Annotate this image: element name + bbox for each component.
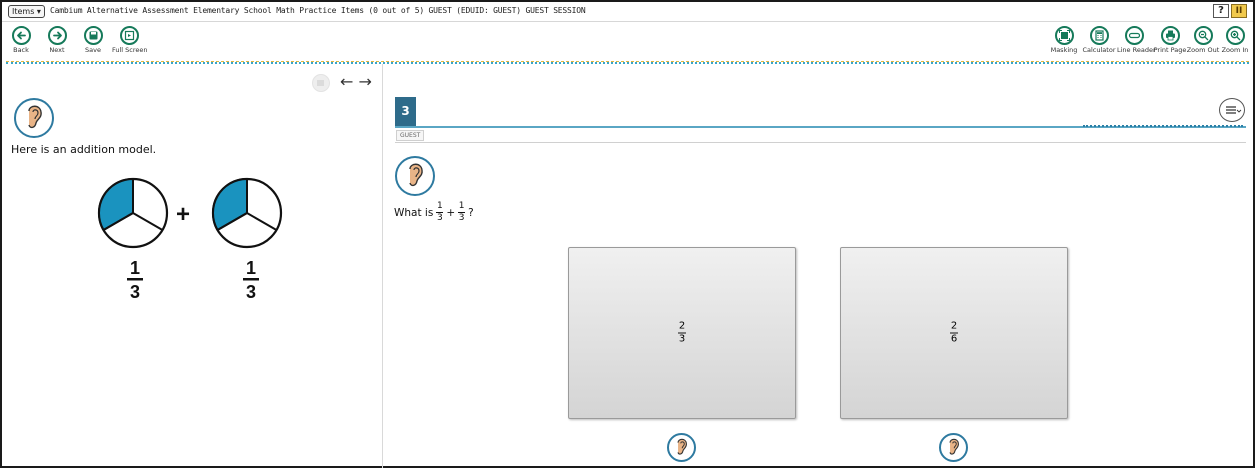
pause-button[interactable]: II bbox=[1231, 4, 1247, 18]
left-fraction-denominator: 3 bbox=[130, 282, 140, 302]
ear-icon bbox=[409, 163, 423, 187]
calculator-button[interactable]: Calculator bbox=[1082, 26, 1116, 54]
fraction-b-numerator: 1 bbox=[458, 201, 465, 211]
full-screen-button[interactable]: Full Screen bbox=[112, 26, 148, 54]
ear-icon bbox=[28, 105, 42, 129]
question-number: 3 bbox=[395, 97, 416, 127]
arrow-left-icon bbox=[11, 26, 31, 45]
question-panel: 3 GUEST What is 1 3 + 1 3 ? 2 3 2 6 bbox=[384, 64, 1253, 468]
answer-b-fraction: 2 6 bbox=[950, 320, 958, 345]
stimulus-intro: Here is an addition model. bbox=[11, 143, 157, 156]
right-fraction-circle bbox=[211, 177, 283, 249]
question-prefix: What is bbox=[394, 206, 434, 219]
save-label: Save bbox=[85, 46, 101, 54]
question-subheader-line bbox=[395, 142, 1246, 143]
calculator-icon bbox=[1089, 26, 1109, 45]
menu-icon bbox=[1226, 106, 1242, 114]
toolbar: Back Next Save Full Screen Masking Calcu… bbox=[2, 22, 1253, 64]
question-menu-stripe bbox=[1083, 124, 1243, 127]
save-button[interactable]: Save bbox=[76, 26, 110, 54]
fullscreen-icon bbox=[119, 26, 139, 45]
line-reader-icon bbox=[1124, 26, 1144, 45]
line-reader-label: Line Reader bbox=[1117, 46, 1156, 54]
print-icon bbox=[1160, 26, 1180, 45]
answer-a-denominator: 3 bbox=[678, 333, 686, 345]
header-bar: Items ▾ Cambium Alternative Assessment E… bbox=[2, 2, 1253, 22]
answer-option-a[interactable]: 2 3 bbox=[568, 247, 796, 419]
items-dropdown[interactable]: Items ▾ bbox=[8, 5, 45, 18]
app-window: Items ▾ Cambium Alternative Assessment E… bbox=[0, 0, 1255, 468]
test-title: Cambium Alternative Assessment Elementar… bbox=[50, 6, 586, 15]
plus-sign: + bbox=[176, 201, 190, 228]
zoom-out-button[interactable]: Zoom Out bbox=[1186, 26, 1220, 54]
question-stem: What is 1 3 + 1 3 ? bbox=[394, 202, 474, 223]
ear-icon bbox=[949, 438, 959, 455]
answer-b-numerator: 2 bbox=[950, 320, 958, 332]
zoom-in-icon bbox=[1225, 26, 1245, 45]
fraction-b-denominator: 3 bbox=[458, 213, 465, 223]
left-fraction-numerator: 1 bbox=[130, 258, 140, 278]
fraction-a-numerator: 1 bbox=[436, 201, 443, 211]
addition-model: + 1 3 1 3 bbox=[97, 177, 283, 302]
masking-label: Masking bbox=[1050, 46, 1078, 54]
question-text-to-speech-button[interactable] bbox=[395, 156, 435, 196]
answer-a-fraction: 2 3 bbox=[678, 320, 686, 345]
zoom-in-button[interactable]: Zoom In bbox=[1218, 26, 1252, 54]
zoom-out-label: Zoom Out bbox=[1186, 46, 1220, 54]
next-label: Next bbox=[49, 46, 65, 54]
left-fraction-circle bbox=[97, 177, 169, 249]
save-icon bbox=[83, 26, 103, 45]
print-page-label: Print Page bbox=[1153, 46, 1187, 54]
ear-icon bbox=[677, 438, 687, 455]
full-screen-label: Full Screen bbox=[112, 46, 148, 54]
right-fraction-denominator: 3 bbox=[246, 282, 256, 302]
back-button[interactable]: Back bbox=[4, 26, 38, 54]
answer-a-numerator: 2 bbox=[678, 320, 686, 332]
help-button[interactable]: ? bbox=[1213, 4, 1229, 18]
zoom-in-label: Zoom In bbox=[1221, 46, 1249, 54]
line-reader-button[interactable]: Line Reader bbox=[1117, 26, 1156, 54]
arrow-right-icon bbox=[47, 26, 67, 45]
question-fraction-b: 1 3 bbox=[458, 201, 466, 223]
guest-tag: GUEST bbox=[396, 130, 425, 141]
answer-option-b[interactable]: 2 6 bbox=[840, 247, 1068, 419]
answer-b-text-to-speech-button[interactable] bbox=[939, 433, 968, 462]
fraction-a-denominator: 3 bbox=[436, 213, 443, 223]
masking-button[interactable]: Masking bbox=[1047, 26, 1081, 54]
collapse-expand-arrows[interactable]: ← → bbox=[340, 72, 372, 91]
text-to-speech-button[interactable] bbox=[14, 98, 54, 138]
answer-b-denominator: 6 bbox=[950, 333, 958, 345]
zoom-out-icon bbox=[1193, 26, 1213, 45]
question-fraction-a: 1 3 bbox=[436, 201, 444, 223]
answer-a-text-to-speech-button[interactable] bbox=[667, 433, 696, 462]
back-label: Back bbox=[13, 46, 29, 54]
question-suffix: ? bbox=[468, 206, 474, 219]
print-page-button[interactable]: Print Page bbox=[1153, 26, 1187, 54]
next-button[interactable]: Next bbox=[40, 26, 74, 54]
question-operator: + bbox=[446, 206, 456, 219]
question-menu-button[interactable] bbox=[1219, 98, 1245, 122]
calculator-label: Calculator bbox=[1082, 46, 1116, 54]
masking-icon bbox=[1054, 26, 1074, 45]
stimulus-menu-icon[interactable] bbox=[312, 74, 330, 92]
stimulus-panel: ← → Here is an addition model. + 1 3 1 3 bbox=[2, 64, 383, 468]
right-fraction-numerator: 1 bbox=[246, 258, 256, 278]
